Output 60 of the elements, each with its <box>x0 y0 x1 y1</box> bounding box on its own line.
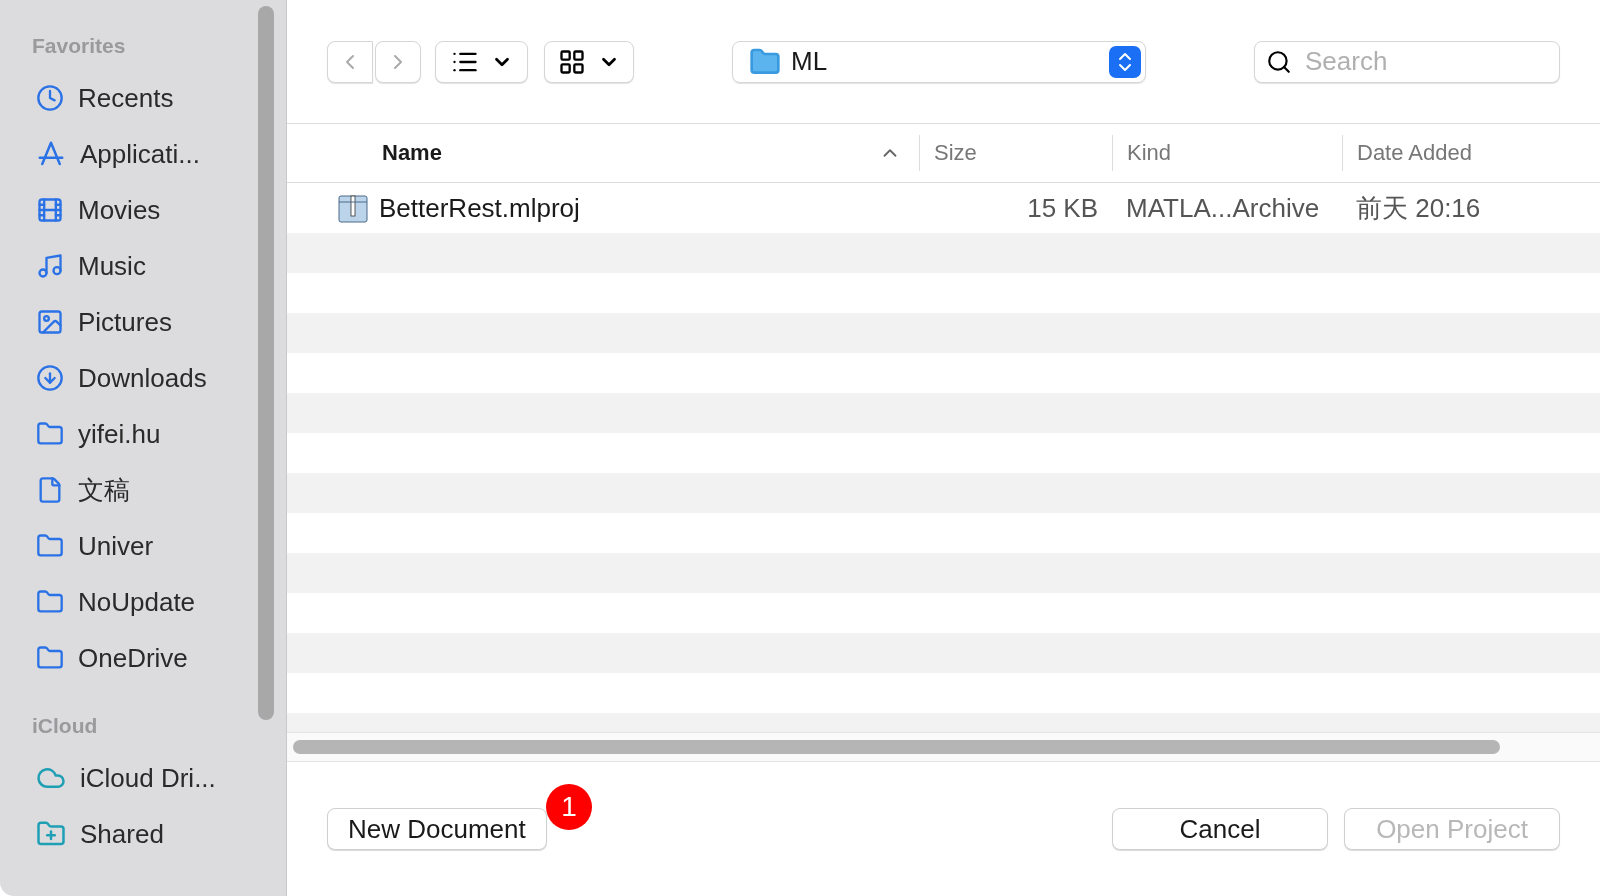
archive-icon <box>337 192 369 224</box>
sidebar-item[interactable]: Music <box>0 238 286 294</box>
column-header[interactable]: Name <box>287 135 919 171</box>
sidebar-item-label: Movies <box>78 194 161 226</box>
new-document-button[interactable]: New Document <box>327 808 547 850</box>
column-header[interactable]: Kind <box>1112 135 1342 171</box>
stepper-icon <box>1109 45 1141 78</box>
film-icon <box>36 196 64 224</box>
folder-icon <box>36 420 64 448</box>
sidebar-item-label: Shared <box>80 818 164 850</box>
search-field[interactable]: Search <box>1254 40 1560 83</box>
back-button[interactable] <box>327 40 373 83</box>
cancel-button[interactable]: Cancel <box>1112 808 1328 850</box>
download-icon <box>36 364 64 392</box>
sidebar-item-label: NoUpdate <box>78 586 196 618</box>
picture-icon <box>36 308 64 336</box>
sidebar-item[interactable]: Downloads <box>0 350 286 406</box>
grid-view-button[interactable] <box>544 40 634 83</box>
sidebar-item-label: iCloud Dri... <box>80 762 216 794</box>
sidebar-item-label: Recents <box>78 82 174 114</box>
sidebar-section-title: Favorites <box>31 33 127 59</box>
sidebar-item-label: Downloads <box>78 362 207 394</box>
sidebar-item-label: yifei.hu <box>78 418 161 450</box>
column-header[interactable]: Size <box>919 135 1112 171</box>
folder-icon <box>36 588 64 616</box>
sidebar-item[interactable]: Applicati... <box>0 126 286 182</box>
sidebar-item[interactable]: Recents <box>0 70 286 126</box>
sidebar-item[interactable]: NoUpdate <box>0 574 286 630</box>
file-size: 15 KB <box>1026 192 1099 224</box>
column-header[interactable]: Date Added <box>1342 135 1600 171</box>
sidebar-item-label: 文稿 <box>78 473 130 507</box>
scrollbar-thumb[interactable] <box>258 6 274 720</box>
clock-icon <box>36 84 64 112</box>
number-badge: 1 <box>546 784 592 830</box>
file-date: 前天 20:16 <box>1355 191 1482 225</box>
sidebar-item-label: OneDrive <box>78 642 188 674</box>
search-icon <box>1266 48 1292 75</box>
file-kind: MATLA...Archive <box>1125 192 1321 224</box>
sidebar-section-title: iCloud <box>31 713 99 739</box>
sidebar-item-label: Applicati... <box>80 138 200 170</box>
sidebar-item[interactable]: 文稿 <box>0 462 286 518</box>
sidebar-item[interactable]: OneDrive <box>0 630 286 686</box>
sidebar-item[interactable]: Shared <box>0 806 286 862</box>
folder-icon <box>36 644 64 672</box>
sidebar-item[interactable]: iCloud Dri... <box>0 750 286 806</box>
sidebar-item-label: Univer <box>78 530 154 562</box>
sidebar-item[interactable]: Pictures <box>0 294 286 350</box>
sidebar-item-label: Pictures <box>78 306 172 338</box>
scrollbar-thumb[interactable] <box>293 740 1500 754</box>
sidebar-item[interactable]: Univer <box>0 518 286 574</box>
music-note-icon <box>36 252 64 280</box>
file-name: BetterRest.mlproj <box>379 192 580 224</box>
location-popup[interactable]: ML <box>732 40 1146 83</box>
sidebar-item-label: Music <box>78 250 146 282</box>
list-view-button[interactable] <box>435 40 528 83</box>
forward-button[interactable] <box>375 40 421 83</box>
sidebar-item[interactable]: yifei.hu <box>0 406 286 462</box>
folder-icon <box>36 532 64 560</box>
grid-icon <box>558 47 586 76</box>
sidebar-item[interactable]: Movies <box>0 182 286 238</box>
